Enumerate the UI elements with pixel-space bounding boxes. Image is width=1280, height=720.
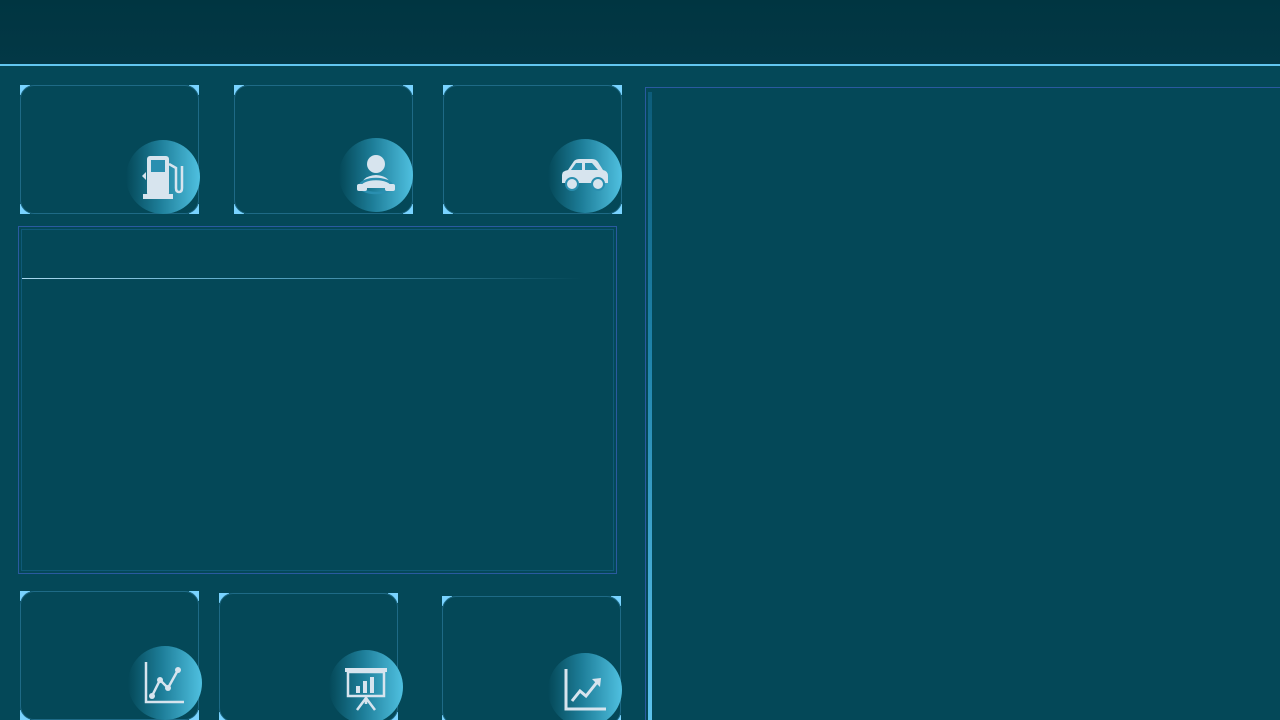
main-panel-edge	[648, 92, 652, 720]
line-graph-icon	[128, 646, 202, 720]
summary-panel-divider	[22, 278, 582, 279]
header-bar	[0, 0, 1280, 64]
stat-card-trend	[20, 591, 202, 720]
header-divider	[0, 64, 1280, 66]
stat-card-vehicle	[443, 85, 622, 214]
stat-card-presentation	[219, 593, 403, 720]
summary-panel	[18, 226, 617, 574]
stat-card-driver	[234, 85, 413, 214]
stat-card-fuel	[20, 85, 200, 214]
car-icon	[548, 139, 622, 213]
main-panel	[645, 87, 1280, 720]
trending-up-icon	[548, 653, 622, 720]
stat-card-growth	[442, 596, 622, 720]
fuel-pump-icon	[126, 140, 200, 214]
driver-icon	[339, 138, 413, 212]
dashboard-page	[0, 0, 1280, 720]
presentation-chart-icon	[329, 650, 403, 720]
